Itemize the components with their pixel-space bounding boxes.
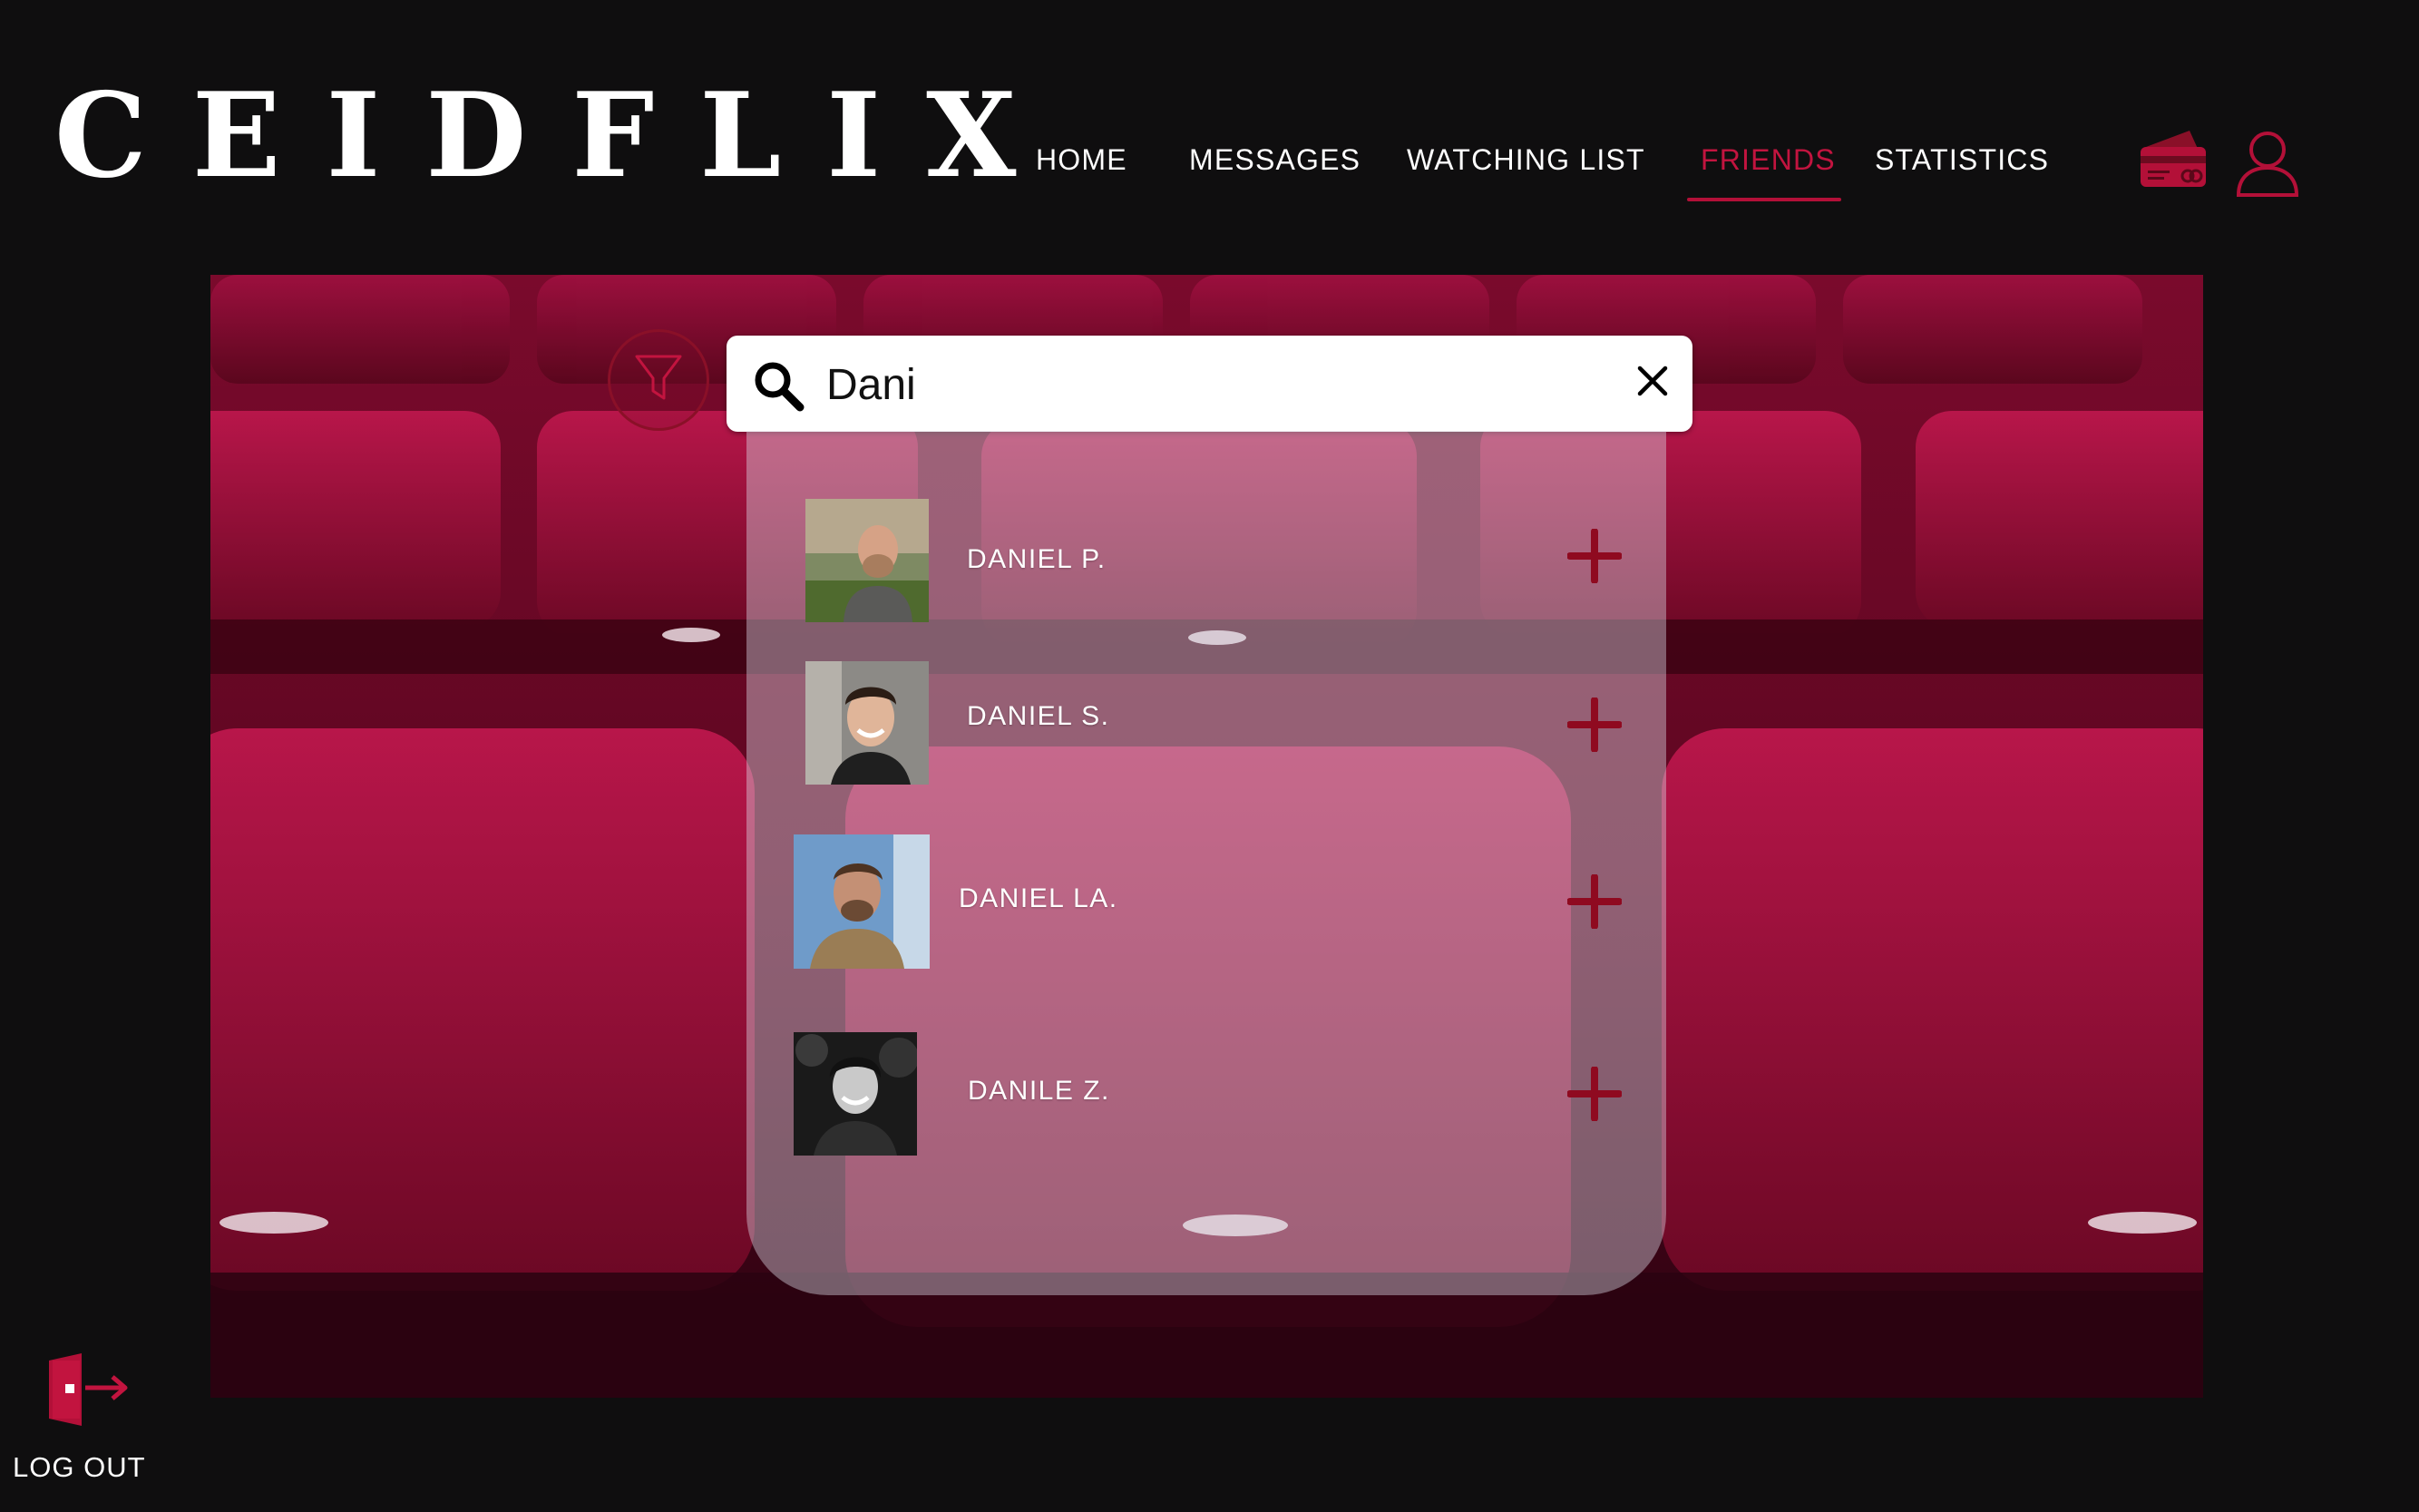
filter-icon	[634, 353, 683, 408]
logout-button[interactable]: LOG OUT	[11, 1351, 156, 1488]
close-icon[interactable]	[1634, 363, 1671, 404]
result-row[interactable]: DANIEL P.	[746, 499, 1666, 626]
app-logo[interactable]: CEIDFLIX	[54, 63, 1061, 209]
search-input[interactable]	[824, 352, 1572, 417]
nav-friends[interactable]: FRIENDS	[1701, 143, 1836, 177]
user-icon[interactable]	[2235, 130, 2300, 201]
logout-door-icon	[45, 1351, 132, 1432]
plus-icon[interactable]	[1566, 697, 1623, 756]
friend-name[interactable]: DANIEL P.	[967, 544, 1107, 575]
friend-name[interactable]: DANIEL S.	[967, 701, 1109, 732]
avatar[interactable]	[805, 661, 929, 785]
plus-icon[interactable]	[1566, 528, 1623, 588]
logout-label: LOG OUT	[13, 1451, 146, 1483]
nav-active-indicator	[1687, 198, 1841, 201]
search-results-panel: DANIEL P. DANIEL S. DANIEL LA. DANILE Z.	[746, 431, 1666, 1295]
plus-icon[interactable]	[1566, 1066, 1623, 1126]
avatar[interactable]	[805, 499, 929, 622]
friend-name[interactable]: DANILE Z.	[968, 1076, 1110, 1107]
nav-messages[interactable]: MESSAGES	[1189, 143, 1361, 177]
nav-statistics[interactable]: STATISTICS	[1875, 143, 2049, 177]
filter-button[interactable]	[608, 329, 709, 431]
friend-name[interactable]: DANIEL LA.	[959, 883, 1118, 914]
plus-icon[interactable]	[1566, 873, 1623, 933]
result-row[interactable]: DANIEL S.	[746, 661, 1666, 788]
search-icon	[752, 359, 805, 416]
avatar[interactable]	[794, 834, 930, 969]
credit-card-icon[interactable]	[2139, 127, 2208, 195]
avatar[interactable]	[794, 1032, 917, 1156]
nav-home[interactable]: HOME	[1036, 143, 1127, 177]
friend-search-bar	[727, 336, 1692, 432]
nav-watching-list[interactable]: WATCHING LIST	[1407, 143, 1645, 177]
result-row[interactable]: DANILE Z.	[746, 1032, 1666, 1159]
result-row[interactable]: DANIEL LA.	[746, 834, 1666, 971]
